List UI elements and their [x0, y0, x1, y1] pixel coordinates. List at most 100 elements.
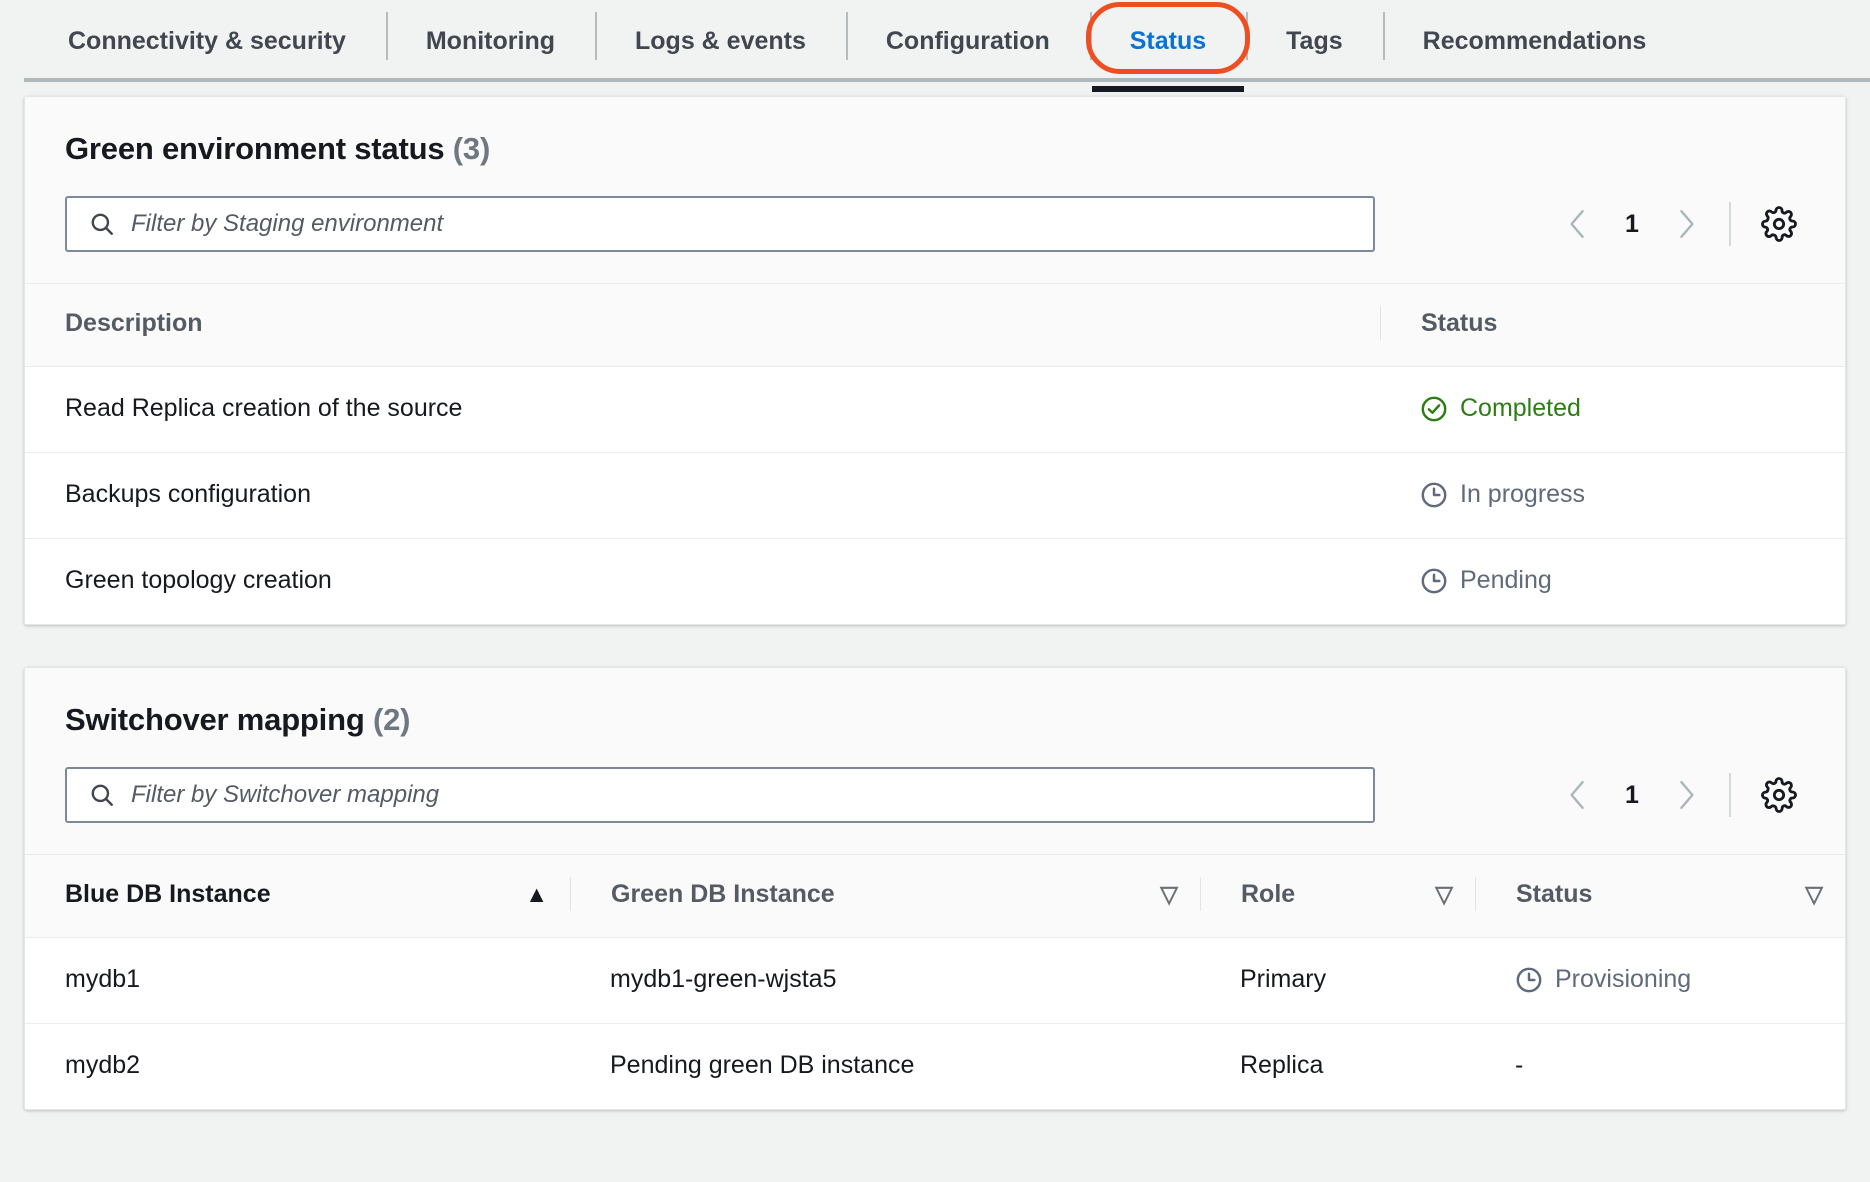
pagination-divider [1729, 202, 1731, 246]
tab-label: Logs & events [635, 27, 806, 56]
cell-blue-db-instance: mydb1 [25, 938, 570, 1024]
tab-label: Tags [1286, 27, 1343, 56]
green-env-prev-page-button[interactable] [1549, 195, 1607, 253]
table-row: Green topology creation Pending [25, 539, 1845, 625]
green-env-pagination: 1 [1549, 195, 1805, 253]
tab-list: Connectivity & security Monitoring Logs & … [24, 0, 1686, 82]
status-badge: In progress [1420, 481, 1845, 509]
tab-tags[interactable]: Tags [1246, 0, 1383, 82]
green-env-title: Green environment status (3) [65, 131, 1805, 167]
green-env-page-number[interactable]: 1 [1607, 210, 1657, 239]
cell-description: Backups configuration [25, 453, 1380, 539]
page-content: Green environment status (3) [0, 96, 1870, 1110]
table-row: mydb2Pending green DB instanceReplica- [25, 1024, 1845, 1110]
column-header-role[interactable]: Role ▽ [1200, 855, 1475, 938]
switchover-next-page-button[interactable] [1657, 766, 1715, 824]
column-header-blue-db-instance[interactable]: Blue DB Instance ▲ [25, 855, 570, 938]
tab-label: Connectivity & security [68, 27, 346, 56]
green-env-table-head: Description Status [25, 284, 1845, 367]
chevron-right-icon [1675, 778, 1697, 812]
check-circle-icon [1420, 395, 1448, 423]
switchover-prev-page-button[interactable] [1549, 766, 1607, 824]
green-env-preferences-button[interactable] [1753, 198, 1805, 250]
cell-status: In progress [1380, 453, 1845, 539]
clock-icon [1420, 481, 1448, 509]
column-header-label: Role [1241, 880, 1295, 909]
status-text: Completed [1460, 396, 1581, 421]
switchover-filter[interactable] [65, 767, 1375, 823]
status-text: Provisioning [1555, 967, 1691, 992]
status-text: In progress [1460, 482, 1585, 507]
switchover-filter-input[interactable] [131, 769, 1373, 821]
green-env-next-page-button[interactable] [1657, 195, 1715, 253]
switchover-count: (2) [373, 702, 410, 737]
cell-blue-db-instance: mydb2 [25, 1024, 570, 1110]
tab-label: Recommendations [1423, 27, 1647, 56]
switchover-mapping-card: Switchover mapping (2) 1 [24, 667, 1846, 1110]
tab-configuration[interactable]: Configuration [846, 0, 1090, 82]
column-header-label: Blue DB Instance [65, 880, 271, 909]
green-env-count: (3) [453, 131, 490, 166]
tab-connectivity-security[interactable]: Connectivity & security [24, 0, 386, 82]
switchover-card-header: Switchover mapping (2) [25, 668, 1845, 738]
tab-bar: Connectivity & security Monitoring Logs & … [0, 0, 1870, 96]
cell-role: Replica [1200, 1024, 1475, 1110]
column-header-status[interactable]: Status ▽ [1475, 855, 1845, 938]
switchover-title-text: Switchover mapping [65, 702, 365, 737]
cell-status: Pending [1380, 539, 1845, 625]
table-row: mydb1mydb1-green-wjsta5PrimaryProvisioni… [25, 938, 1845, 1024]
switchover-preferences-button[interactable] [1753, 769, 1805, 821]
column-header-green-db-instance[interactable]: Green DB Instance ▽ [570, 855, 1200, 938]
green-env-filter[interactable] [65, 196, 1375, 252]
cell-status: Completed [1380, 367, 1845, 453]
status-badge: Completed [1420, 395, 1845, 423]
switchover-header-row: Blue DB Instance ▲ Green DB Instance ▽ Role ▽… [25, 855, 1845, 938]
gear-icon [1761, 777, 1797, 813]
column-header-description: Description [25, 284, 1380, 367]
column-header-status: Status [1380, 284, 1845, 367]
tab-logs-events[interactable]: Logs & events [595, 0, 846, 82]
switchover-pagination: 1 [1549, 766, 1805, 824]
sort-none-icon: ▽ [1160, 883, 1178, 906]
pagination-divider [1729, 773, 1731, 817]
clock-icon [1515, 966, 1543, 994]
sort-none-icon: ▽ [1435, 883, 1453, 906]
status-badge: Pending [1420, 567, 1845, 595]
tab-label: Configuration [886, 27, 1050, 56]
chevron-left-icon [1567, 778, 1589, 812]
cell-description: Read Replica creation of the source [25, 367, 1380, 453]
column-header-description-label: Description [65, 309, 203, 338]
status-text: Pending [1460, 568, 1552, 593]
cell-description: Green topology creation [25, 539, 1380, 625]
green-env-header-row: Description Status [25, 284, 1845, 367]
green-env-filter-input[interactable] [131, 198, 1373, 250]
cell-green-db-instance: Pending green DB instance [570, 1024, 1200, 1110]
green-env-card-header: Green environment status (3) [25, 97, 1845, 167]
sort-ascending-icon: ▲ [525, 883, 548, 906]
tab-recommendations[interactable]: Recommendations [1383, 0, 1687, 82]
cell-status: Provisioning [1475, 938, 1845, 1024]
chevron-right-icon [1675, 207, 1697, 241]
switchover-table-body: mydb1mydb1-green-wjsta5PrimaryProvisioni… [25, 938, 1845, 1110]
search-icon [89, 782, 115, 808]
switchover-table-head: Blue DB Instance ▲ Green DB Instance ▽ Role ▽… [25, 855, 1845, 938]
switchover-mapping-table: Blue DB Instance ▲ Green DB Instance ▽ Role ▽… [25, 854, 1845, 1109]
green-env-title-text: Green environment status [65, 131, 444, 166]
chevron-left-icon [1567, 207, 1589, 241]
sort-none-icon: ▽ [1805, 883, 1823, 906]
tab-label: Status [1130, 27, 1206, 56]
cell-status: - [1475, 1024, 1845, 1110]
tab-bar-divider [24, 78, 1870, 82]
switchover-page-number[interactable]: 1 [1607, 781, 1657, 810]
gear-icon [1761, 206, 1797, 242]
switchover-toolbar: 1 [25, 738, 1845, 854]
column-header-status-label: Status [1421, 309, 1497, 338]
switchover-title: Switchover mapping (2) [65, 702, 1805, 738]
green-env-table-body: Read Replica creation of the source Compl… [25, 367, 1845, 625]
column-header-label: Status [1516, 880, 1592, 909]
tab-status[interactable]: Status [1090, 0, 1246, 82]
tab-monitoring[interactable]: Monitoring [386, 0, 595, 82]
status-badge: Provisioning [1515, 966, 1845, 994]
cell-role: Primary [1200, 938, 1475, 1024]
column-header-label: Green DB Instance [611, 880, 835, 909]
